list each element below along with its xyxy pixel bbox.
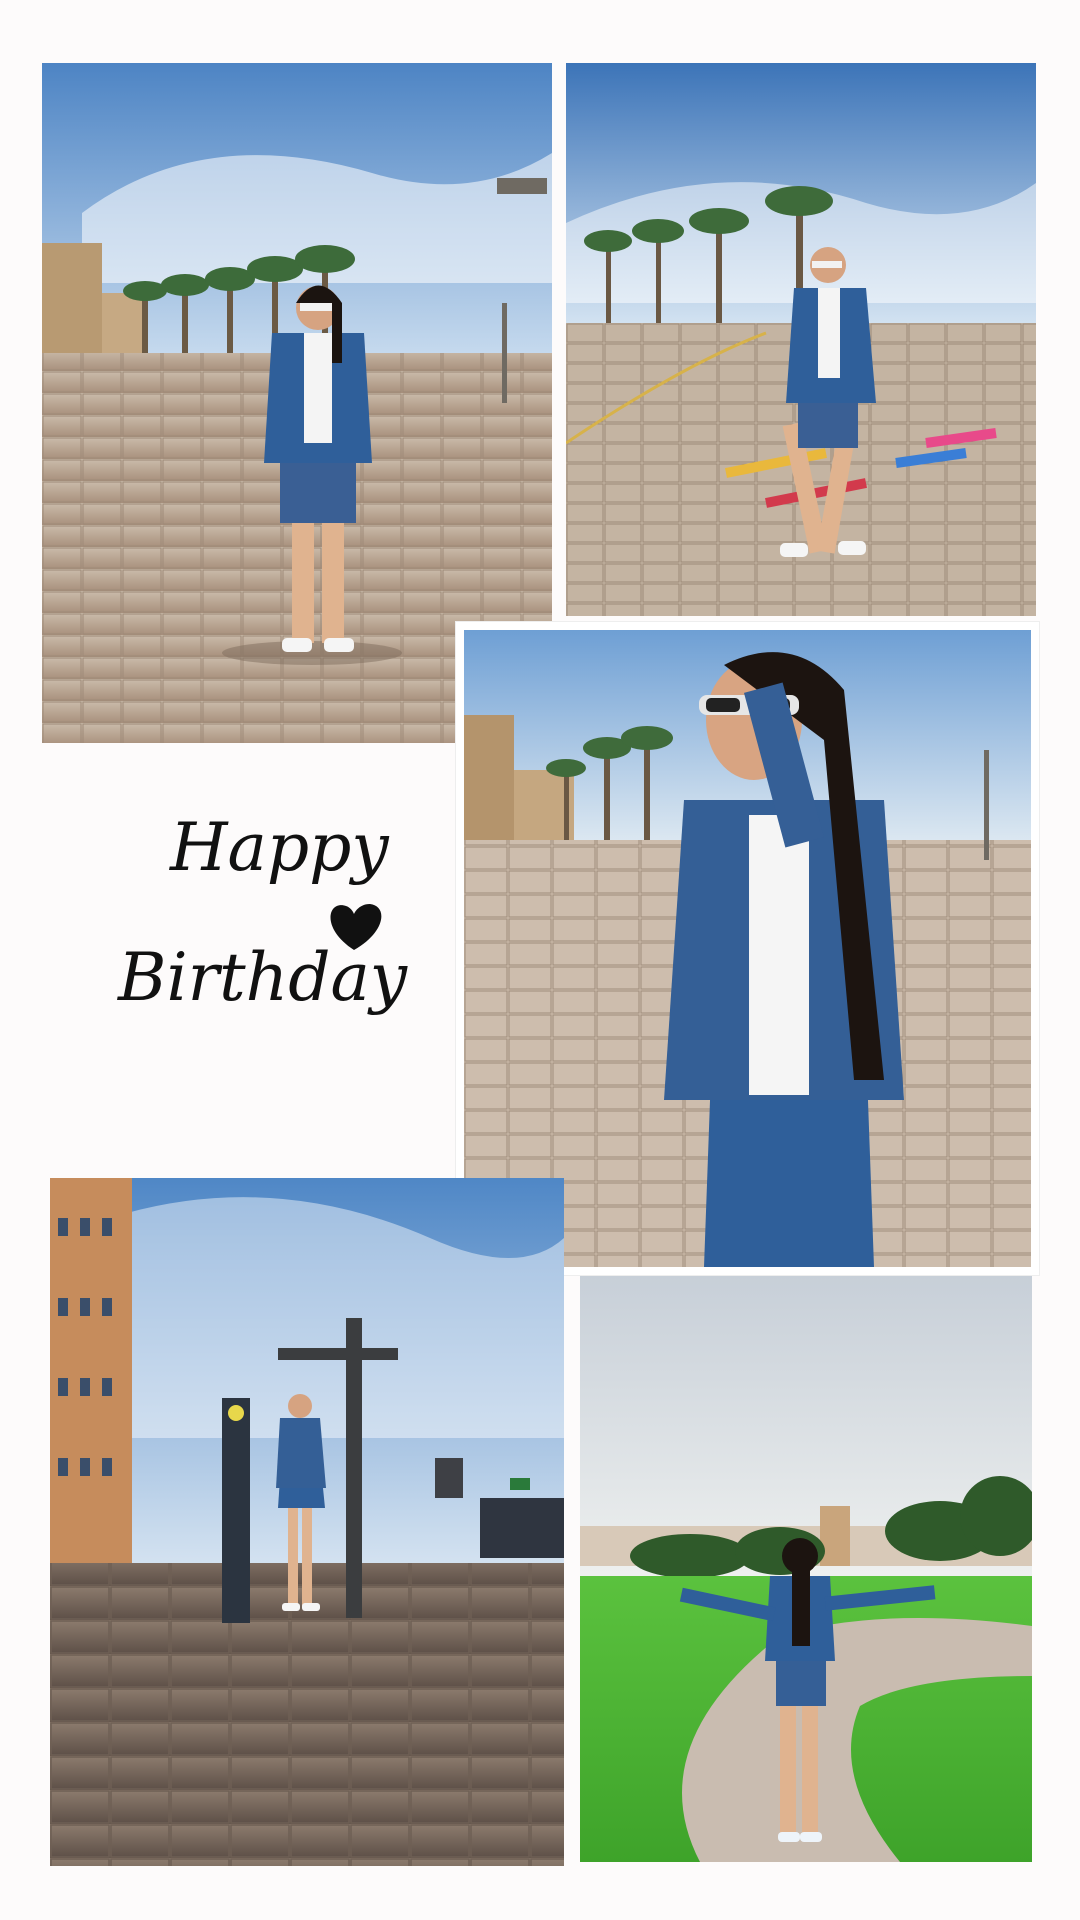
caption-line-happy: Happy [169,809,389,886]
happy-birthday-caption: Happy Birthday [90,790,450,1080]
photo-bottom-left [50,1178,564,1866]
photo-bottom-right [580,1276,1032,1862]
photo-top-right [566,63,1036,616]
caption-line-birthday: Birthday [117,939,408,1016]
